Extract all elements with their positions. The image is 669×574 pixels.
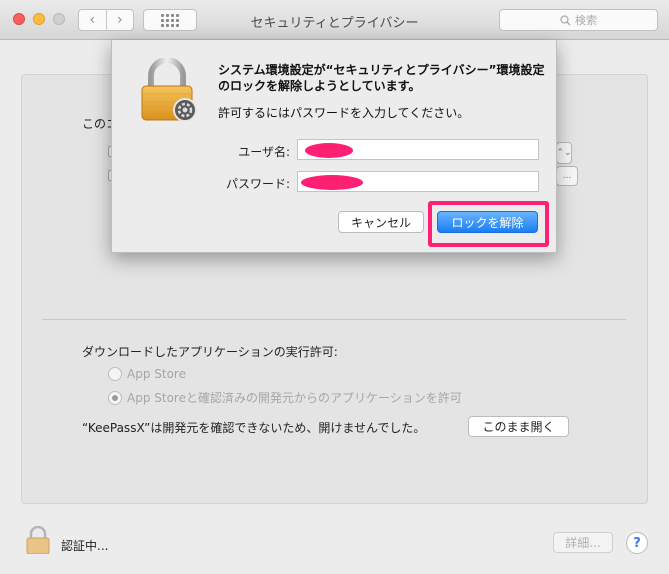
radio-identified-developers[interactable]: App Storeと確認済みの開発元からのアプリケーションを許可 [108, 389, 462, 406]
search-field[interactable]: 検索 [499, 9, 658, 31]
username-label: ユーザ名: [238, 145, 290, 159]
auth-message-bold: システム環境設定が“セキュリティとプライバシー”環境設定のロックを解除しようとし… [218, 63, 545, 93]
auth-message: 許可するにはパスワードを入力してください。 [218, 106, 470, 120]
open-anyway-button[interactable]: このまま開く [468, 416, 569, 437]
auth-status: 認証中... [61, 539, 109, 553]
lock-icon[interactable] [26, 525, 50, 557]
password-field[interactable] [297, 171, 539, 192]
radio-label: App Store [127, 367, 186, 381]
password-label: パスワード: [225, 177, 290, 191]
unlock-button[interactable]: ロックを解除 [437, 211, 538, 233]
auth-dialog: システム環境設定が“セキュリティとプライバシー”環境設定のロックを解除しようとし… [111, 40, 557, 253]
radio-button-selected[interactable] [108, 390, 122, 405]
cancel-button[interactable]: キャンセル [338, 211, 424, 233]
details-button[interactable]: 詳細... [553, 532, 613, 553]
title-bar: ‹ › セキュリティとプライバシー 検索 [0, 0, 669, 40]
radio-button[interactable] [108, 367, 122, 381]
padlock-icon [139, 57, 199, 127]
blocked-app-message: “KeePassX”は開発元を確認できないため、開けませんでした。 [82, 421, 426, 435]
search-icon [560, 14, 571, 25]
username-field[interactable] [297, 139, 539, 160]
help-button[interactable]: ? [626, 532, 648, 554]
message-button[interactable]: ... [556, 166, 578, 186]
search-placeholder: 検索 [575, 14, 597, 27]
radio-label: App Storeと確認済みの開発元からのアプリケーションを許可 [127, 391, 462, 405]
download-permission-label: ダウンロードしたアプリケーションの実行許可: [82, 345, 338, 359]
radio-app-store[interactable]: App Store [108, 367, 186, 381]
delay-popup[interactable]: ⌃⌄ [556, 142, 572, 164]
divider [42, 319, 626, 320]
